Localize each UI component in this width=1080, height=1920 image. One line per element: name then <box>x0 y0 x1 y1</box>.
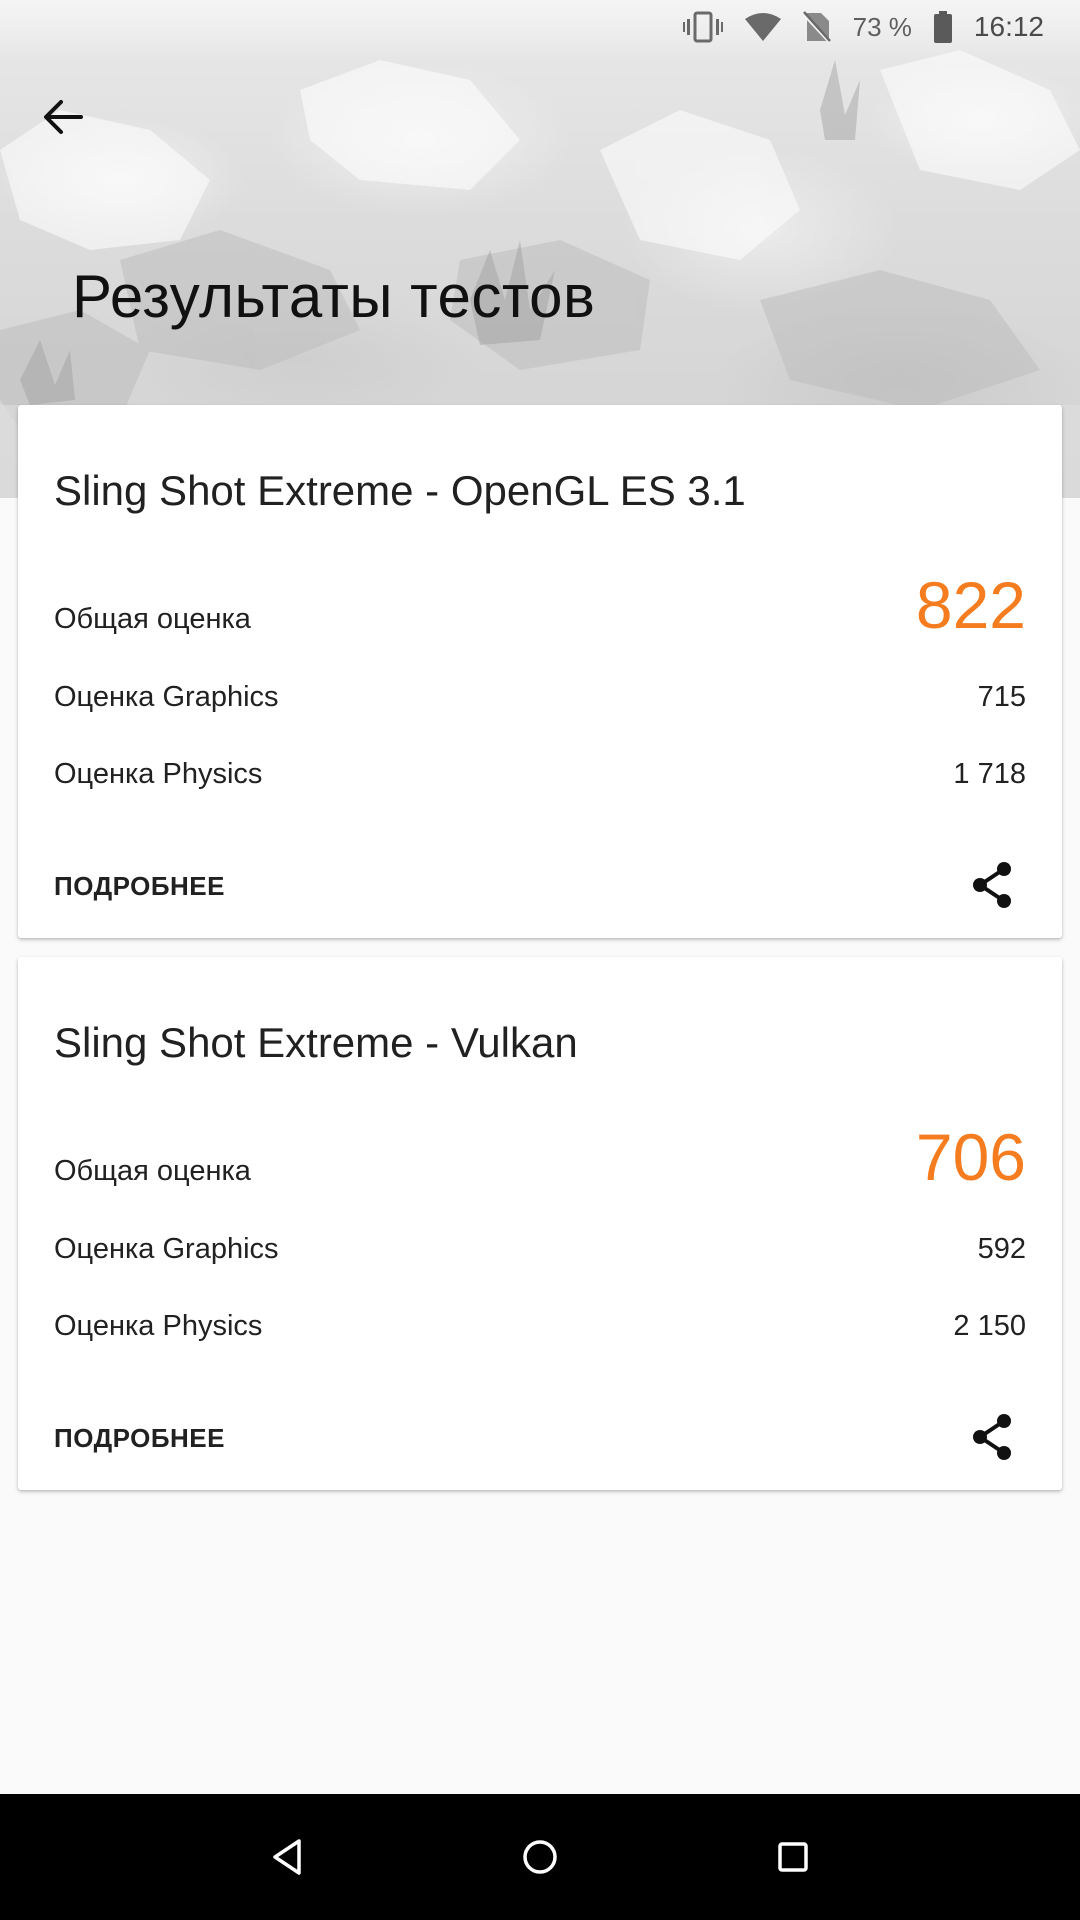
result-card-vulkan: Sling Shot Extreme - Vulkan Общая оценка… <box>18 957 1062 1490</box>
graphics-score-row: Оценка Graphics 592 <box>54 1233 1026 1266</box>
share-button[interactable] <box>962 1407 1022 1467</box>
wifi-icon <box>744 13 781 41</box>
nav-home-button[interactable] <box>500 1817 580 1897</box>
no-sim-icon <box>802 11 831 43</box>
page-title: Результаты тестов <box>72 263 596 330</box>
clock: 16:12 <box>973 11 1044 42</box>
total-score-label: Общая оценка <box>54 603 251 635</box>
nav-recents-button[interactable] <box>753 1817 833 1897</box>
arrow-back-icon <box>44 100 83 134</box>
graphics-score-row: Оценка Graphics 715 <box>54 681 1026 714</box>
physics-score-value: 1 718 <box>953 758 1026 790</box>
back-button[interactable] <box>30 84 96 150</box>
status-bar: 73 % 16:12 <box>0 0 1080 54</box>
system-nav-bar <box>0 1794 1080 1920</box>
result-card-opengl: Sling Shot Extreme - OpenGL ES 3.1 Общая… <box>18 405 1062 938</box>
nav-recents-icon <box>778 1842 809 1872</box>
graphics-score-label: Оценка Graphics <box>54 681 279 713</box>
share-icon <box>973 862 1011 908</box>
share-icon <box>973 1414 1011 1460</box>
battery-percent: 73 % <box>852 11 912 42</box>
graphics-score-value: 715 <box>977 681 1026 713</box>
nav-home-icon <box>523 1840 557 1874</box>
physics-score-value: 2 150 <box>953 1310 1026 1342</box>
physics-score-label: Оценка Physics <box>54 758 263 790</box>
total-score-value: 706 <box>915 1120 1026 1194</box>
share-button[interactable] <box>962 855 1022 915</box>
battery-icon <box>933 11 952 43</box>
graphics-score-value: 592 <box>977 1233 1026 1265</box>
details-button[interactable]: ПОДРОБНЕЕ <box>54 1423 225 1454</box>
total-score-row: Общая оценка 822 <box>54 567 1026 643</box>
vibrate-icon <box>682 10 723 44</box>
total-score-value: 822 <box>915 568 1026 642</box>
total-score-row: Общая оценка 706 <box>54 1119 1026 1195</box>
nav-back-button[interactable] <box>247 1817 327 1897</box>
details-button[interactable]: ПОДРОБНЕЕ <box>54 871 225 902</box>
nav-back-icon <box>272 1839 301 1875</box>
physics-score-row: Оценка Physics 1 718 <box>54 758 1026 791</box>
test-name: Sling Shot Extreme - OpenGL ES 3.1 <box>54 467 746 514</box>
physics-score-label: Оценка Physics <box>54 1310 263 1342</box>
physics-score-row: Оценка Physics 2 150 <box>54 1310 1026 1343</box>
total-score-label: Общая оценка <box>54 1155 251 1187</box>
test-name: Sling Shot Extreme - Vulkan <box>54 1019 578 1066</box>
graphics-score-label: Оценка Graphics <box>54 1233 279 1265</box>
